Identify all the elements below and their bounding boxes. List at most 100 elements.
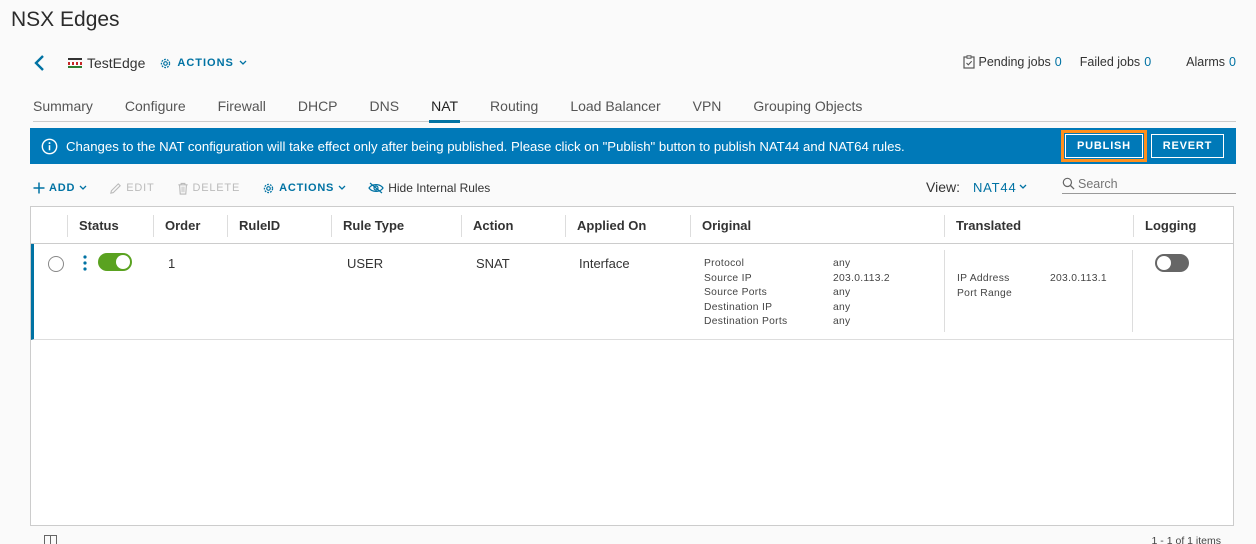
toggle-knob xyxy=(1157,256,1171,270)
rules-toolbar: ADD EDIT DELETE ACTIONS Hide Internal Ru… xyxy=(33,178,512,198)
clipboard-icon xyxy=(962,55,975,69)
pending-jobs-count[interactable]: 0 xyxy=(1055,55,1062,69)
delete-label: DELETE xyxy=(192,182,241,194)
edge-tabs: Summary Configure Firewall DHCP DNS NAT … xyxy=(33,96,1236,123)
view-select[interactable]: NAT44 xyxy=(973,180,1028,195)
search-input[interactable] xyxy=(1078,176,1228,191)
port-range-label: Port Range xyxy=(957,287,1013,299)
tab-dhcp[interactable]: DHCP xyxy=(298,96,338,122)
chevron-down-icon xyxy=(1020,184,1027,189)
add-label: ADD xyxy=(49,182,76,194)
source-ports-value: any xyxy=(833,287,851,298)
logging-toggle[interactable] xyxy=(1155,254,1189,272)
edit-button[interactable]: EDIT xyxy=(109,182,154,195)
alarms[interactable]: Alarms 0 xyxy=(1186,55,1236,69)
info-icon xyxy=(41,138,58,155)
pending-jobs-label: Pending jobs xyxy=(978,55,1051,69)
column-toggle-icon[interactable] xyxy=(44,535,57,544)
logging-divider xyxy=(1132,250,1133,332)
tab-nat[interactable]: NAT xyxy=(429,96,461,123)
col-ruleid[interactable]: RuleID xyxy=(227,207,331,244)
protocol-label: Protocol xyxy=(704,258,745,269)
translated-divider xyxy=(944,250,945,332)
tab-vpn[interactable]: VPN xyxy=(693,96,722,122)
nat-rules-grid: Status Order RuleID Rule Type Action App… xyxy=(30,206,1234,526)
kebab-menu-icon[interactable] xyxy=(83,255,87,271)
ip-address-value: 203.0.113.1 xyxy=(1050,273,1107,284)
rule-enabled-toggle[interactable] xyxy=(98,253,132,271)
rules-actions-label: ACTIONS xyxy=(279,182,335,194)
cell-action: SNAT xyxy=(476,256,510,271)
table-row[interactable]: 1 USER SNAT Interface Protocol Source IP… xyxy=(31,244,1233,340)
plus-icon xyxy=(33,182,45,194)
publish-button[interactable]: PUBLISH xyxy=(1061,130,1147,162)
pagination-count: 1 - 1 of 1 items xyxy=(1151,535,1221,544)
hide-internal-label: Hide Internal Rules xyxy=(388,181,491,195)
original-labels: Protocol Source IP Source Ports Destinat… xyxy=(704,257,788,330)
page-title: NSX Edges xyxy=(11,8,120,31)
gear-icon xyxy=(263,183,274,193)
toggle-knob xyxy=(116,255,130,269)
failed-jobs-count[interactable]: 0 xyxy=(1144,55,1151,69)
edge-gateway-icon xyxy=(68,58,82,68)
tab-summary[interactable]: Summary xyxy=(33,96,93,122)
view-value: NAT44 xyxy=(972,179,1017,195)
tab-configure[interactable]: Configure xyxy=(125,96,186,122)
search-box xyxy=(1062,174,1236,194)
col-action[interactable]: Action xyxy=(461,207,565,244)
publish-banner: Changes to the NAT configuration will ta… xyxy=(30,128,1236,164)
alarms-count[interactable]: 0 xyxy=(1229,55,1236,69)
col-applied-on[interactable]: Applied On xyxy=(565,207,690,244)
edge-actions-label: ACTIONS xyxy=(177,57,234,69)
tab-grouping-objects[interactable]: Grouping Objects xyxy=(753,96,862,122)
edit-label: EDIT xyxy=(126,182,155,194)
col-translated[interactable]: Translated xyxy=(944,207,1133,244)
delete-button[interactable]: DELETE xyxy=(177,182,241,195)
alarms-label: Alarms xyxy=(1186,55,1226,69)
pending-jobs[interactable]: Pending jobs 0 xyxy=(962,55,1062,69)
protocol-value: any xyxy=(833,258,851,269)
tab-load-balancer[interactable]: Load Balancer xyxy=(570,96,660,122)
translated-labels: IP Address Port Range xyxy=(957,272,1012,301)
rules-actions-dropdown[interactable]: ACTIONS xyxy=(262,182,346,195)
cell-order: 1 xyxy=(168,256,176,271)
grid-header: Status Order RuleID Rule Type Action App… xyxy=(31,207,1233,244)
source-ip-value: 203.0.113.2 xyxy=(833,272,890,284)
view-label: View: xyxy=(926,179,960,195)
back-button[interactable] xyxy=(33,52,53,74)
add-button[interactable]: ADD xyxy=(33,182,87,194)
translated-values: 203.0.113.1 xyxy=(1050,272,1107,287)
eye-hide-icon xyxy=(368,182,384,194)
edge-name: TestEdge xyxy=(87,55,146,71)
source-ports-label: Source Ports xyxy=(704,287,768,298)
col-original[interactable]: Original xyxy=(690,207,944,244)
col-order[interactable]: Order xyxy=(153,207,227,244)
chevron-down-icon xyxy=(338,185,346,190)
source-ip-label: Source IP xyxy=(704,272,752,284)
tab-dns[interactable]: DNS xyxy=(370,96,400,122)
failed-jobs[interactable]: Failed jobs 0 xyxy=(1080,55,1151,69)
trash-icon xyxy=(177,182,188,195)
col-logging[interactable]: Logging xyxy=(1133,207,1233,244)
row-select-radio[interactable] xyxy=(48,256,64,272)
pencil-icon xyxy=(110,182,122,194)
revert-button[interactable]: REVERT xyxy=(1151,134,1224,158)
hide-internal-rules-toggle[interactable]: Hide Internal Rules xyxy=(368,181,490,195)
tab-routing[interactable]: Routing xyxy=(490,96,538,122)
view-filter: View: NAT44 xyxy=(926,179,1027,195)
destination-ports-label: Destination Ports xyxy=(704,316,788,327)
destination-ip-label: Destination IP xyxy=(704,301,773,313)
job-status-bar: Pending jobs 0 Failed jobs 0 Alarms 0 xyxy=(945,55,1236,69)
col-status[interactable]: Status xyxy=(67,207,153,244)
chevron-down-icon xyxy=(79,185,87,190)
failed-jobs-label: Failed jobs xyxy=(1079,55,1141,69)
chevron-down-icon xyxy=(239,60,247,65)
ip-address-label: IP Address xyxy=(957,273,1010,284)
tab-firewall[interactable]: Firewall xyxy=(218,96,266,122)
search-icon xyxy=(1062,177,1075,190)
gear-icon xyxy=(161,58,171,68)
edge-actions-dropdown[interactable]: ACTIONS xyxy=(159,57,247,70)
destination-ip-value: any xyxy=(833,301,851,313)
col-rule-type[interactable]: Rule Type xyxy=(331,207,461,244)
chevron-left-icon xyxy=(34,55,44,71)
